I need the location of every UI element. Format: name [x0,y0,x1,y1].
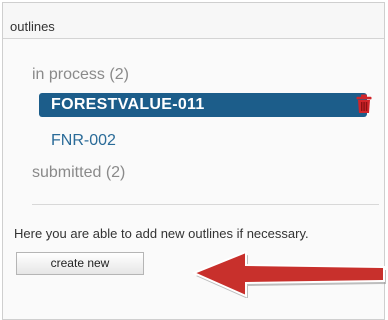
outline-label: FORESTVALUE-011 [51,96,205,113]
outline-item-selected[interactable]: FORESTVALUE-011 [39,93,372,117]
group-count: (2) [105,164,126,181]
create-new-button[interactable]: create new [16,252,144,275]
arrow-left-icon [191,250,386,298]
group-in-process[interactable]: in process (2) [32,66,129,84]
group-label: submitted [32,164,102,181]
trash-icon[interactable] [355,94,373,114]
group-label: in process [32,66,105,83]
panel-title: outlines [10,19,55,34]
group-count: (2) [109,66,129,83]
panel-header: outlines [3,3,384,39]
group-submitted[interactable]: submitted (2) [32,164,125,182]
outline-label: FNR-002 [51,132,116,149]
help-text: Here you are able to add new outlines if… [14,226,309,241]
outline-item[interactable]: FNR-002 [51,132,116,150]
divider [32,204,379,205]
